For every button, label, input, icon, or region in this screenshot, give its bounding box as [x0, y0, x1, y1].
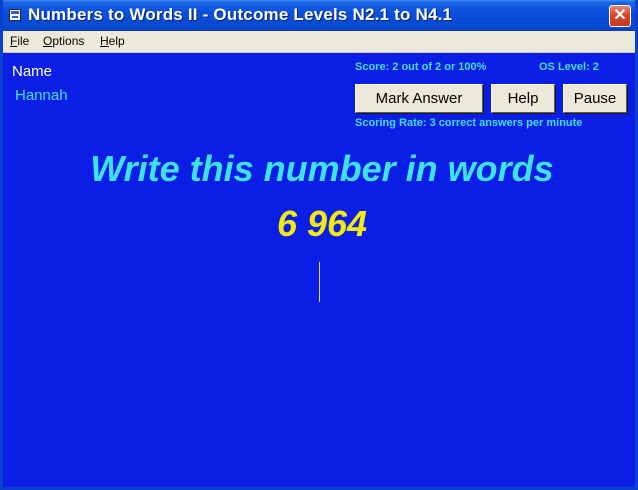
close-button[interactable]: ✕	[609, 5, 631, 27]
menu-file[interactable]: File	[10, 34, 29, 48]
text-caret	[319, 262, 320, 302]
close-icon: ✕	[613, 7, 627, 24]
menu-options[interactable]: Options	[43, 34, 84, 48]
help-button[interactable]: Help	[491, 84, 555, 113]
score-text: Score: 2 out of 2 or 100%	[355, 61, 487, 73]
mark-answer-button[interactable]: Mark Answer	[355, 84, 483, 113]
question-prompt: Write this number in words	[90, 148, 554, 189]
menu-help[interactable]: Help	[100, 34, 125, 48]
scoring-rate-text: Scoring Rate: 3 correct answers per minu…	[355, 117, 583, 129]
student-name: Hannah	[15, 87, 68, 104]
menu-bar: File Options Help	[3, 31, 635, 53]
app-window: Numbers to Words II - Outcome Levels N2.…	[0, 0, 638, 490]
window-title: Numbers to Words II - Outcome Levels N2.…	[28, 5, 453, 24]
pause-button[interactable]: Pause	[563, 84, 627, 113]
question-number: 6 964	[276, 203, 368, 244]
name-label: Name	[12, 63, 53, 80]
answer-input[interactable]	[153, 258, 487, 306]
os-level-text: OS Level: 2	[539, 61, 599, 73]
title-bar[interactable]: Numbers to Words II - Outcome Levels N2.…	[3, 0, 635, 31]
app-icon[interactable]	[9, 9, 21, 21]
